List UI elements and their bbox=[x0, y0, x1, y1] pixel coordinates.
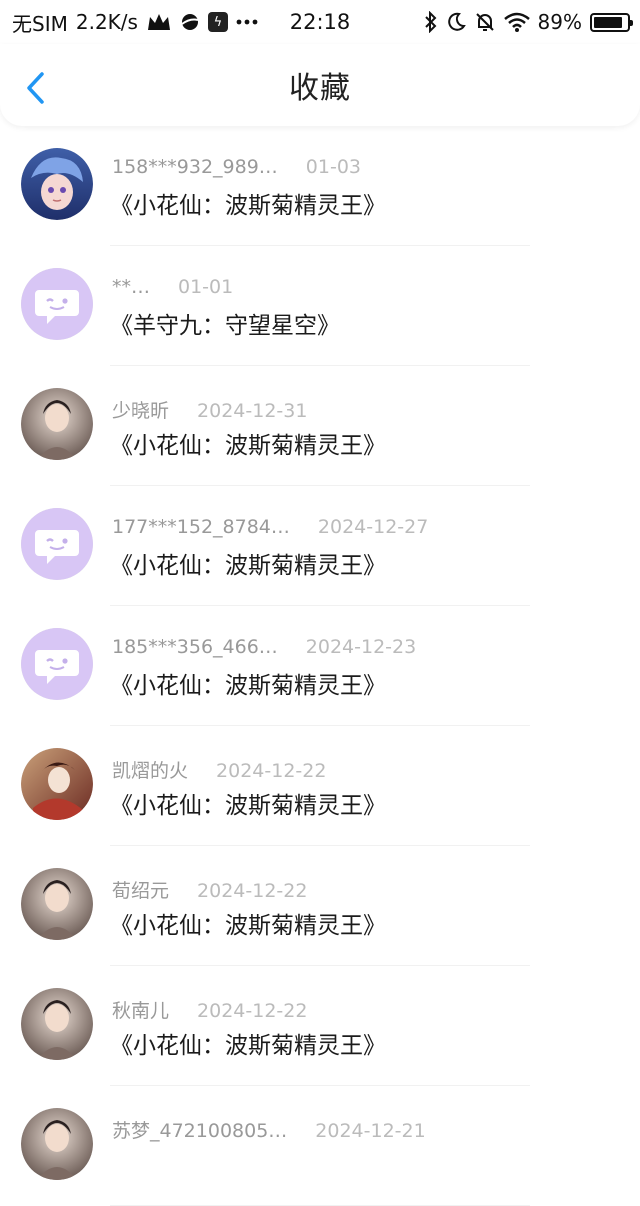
bluetooth-icon bbox=[424, 11, 438, 33]
clock: 22:18 bbox=[289, 10, 351, 34]
date: 2024-12-21 bbox=[315, 1120, 426, 1142]
favorites-list: 158***932_989… 01-03 《小花仙：波斯菊精灵王》 **… 01-01 《… bbox=[0, 126, 640, 1206]
avatar[interactable] bbox=[21, 628, 93, 700]
list-item[interactable]: 苏梦_472100805… 2024-12-21 bbox=[0, 1086, 640, 1206]
page-title: 收藏 bbox=[289, 71, 351, 106]
list-item[interactable]: 荀绍元 2024-12-22 《小花仙：波斯菊精灵王》 bbox=[0, 846, 640, 966]
mute-bell-icon bbox=[474, 11, 496, 33]
date: 2024-12-23 bbox=[305, 636, 417, 658]
list-item[interactable]: 少晓昕 2024-12-31 《小花仙：波斯菊精灵王》 bbox=[0, 366, 640, 486]
item-meta: **… 01-01 bbox=[112, 276, 233, 298]
network-speed: 2.2K/s bbox=[75, 10, 138, 34]
list-item[interactable]: 177***152_8784… 2024-12-27 《小花仙：波斯菊精灵王》 bbox=[0, 486, 640, 606]
username: 秋南儿 bbox=[112, 1000, 170, 1022]
username: **… bbox=[112, 276, 150, 298]
list-item[interactable]: **… 01-01 《羊守九：守望星空》 bbox=[0, 246, 640, 366]
date: 01-03 bbox=[305, 156, 362, 178]
status-right: 89% bbox=[424, 10, 633, 34]
item-meta: 185***356_466… 2024-12-23 bbox=[112, 636, 416, 658]
item-meta: 荀绍元 2024-12-22 bbox=[112, 876, 307, 903]
avatar[interactable] bbox=[21, 868, 93, 940]
avatar[interactable] bbox=[21, 508, 93, 580]
list-item[interactable]: 158***932_989… 01-03 《小花仙：波斯菊精灵王》 bbox=[0, 126, 640, 246]
date: 2024-12-22 bbox=[216, 760, 327, 782]
username: 少晓昕 bbox=[112, 400, 170, 422]
date: 2024-12-27 bbox=[317, 516, 429, 538]
avatar[interactable] bbox=[21, 388, 93, 460]
bolt-app-icon: ϟ bbox=[207, 12, 228, 32]
favorite-title: 《羊守九：守望星空》 bbox=[110, 313, 340, 339]
username: 荀绍元 bbox=[112, 880, 170, 902]
username: 苏梦_472100805… bbox=[112, 1120, 288, 1142]
navigation-bar: 收藏 bbox=[0, 44, 640, 126]
favorite-title: 《小花仙：波斯菊精灵王》 bbox=[110, 553, 386, 579]
item-meta: 秋南儿 2024-12-22 bbox=[112, 996, 307, 1023]
avatar[interactable] bbox=[21, 148, 93, 220]
status-left: 无SIM 2.2K/s ϟ bbox=[12, 8, 258, 37]
back-button[interactable] bbox=[20, 70, 52, 106]
crown-icon bbox=[146, 12, 172, 32]
favorite-title: 《小花仙：波斯菊精灵王》 bbox=[110, 1033, 386, 1059]
favorite-title: 《小花仙：波斯菊精灵王》 bbox=[110, 793, 386, 819]
date: 01-01 bbox=[178, 276, 234, 298]
item-meta: 少晓昕 2024-12-31 bbox=[112, 396, 307, 423]
item-meta: 苏梦_472100805… 2024-12-21 bbox=[112, 1116, 426, 1143]
item-meta: 158***932_989… 01-03 bbox=[112, 156, 361, 178]
status-bar: 无SIM 2.2K/s ϟ 22:18 89% bbox=[0, 0, 640, 44]
chevron-left-icon bbox=[27, 72, 44, 104]
date: 2024-12-31 bbox=[197, 400, 308, 422]
date: 2024-12-22 bbox=[197, 1000, 308, 1022]
avatar[interactable] bbox=[21, 988, 93, 1060]
moon-icon bbox=[446, 12, 466, 32]
planet-icon bbox=[180, 12, 200, 32]
battery-percent: 89% bbox=[537, 10, 582, 34]
more-dots-icon bbox=[236, 19, 258, 25]
avatar[interactable] bbox=[21, 1108, 93, 1180]
list-item[interactable]: 秋南儿 2024-12-22 《小花仙：波斯菊精灵王》 bbox=[0, 966, 640, 1086]
battery-fill bbox=[594, 16, 623, 28]
avatar[interactable] bbox=[21, 268, 93, 340]
favorite-title: 《小花仙：波斯菊精灵王》 bbox=[110, 433, 386, 459]
battery-icon bbox=[590, 12, 633, 32]
carrier-text: 无SIM bbox=[12, 11, 68, 36]
avatar[interactable] bbox=[21, 748, 93, 820]
list-item[interactable]: 185***356_466… 2024-12-23 《小花仙：波斯菊精灵王》 bbox=[0, 606, 640, 726]
username: 158***932_989… bbox=[112, 156, 278, 178]
username: 177***152_8784… bbox=[112, 516, 290, 538]
favorite-title: 《小花仙：波斯菊精灵王》 bbox=[110, 673, 386, 699]
favorite-title: 《小花仙：波斯菊精灵王》 bbox=[110, 913, 386, 939]
item-meta: 凯熠的火 2024-12-22 bbox=[112, 756, 326, 783]
wifi-icon bbox=[503, 12, 530, 32]
list-item[interactable]: 凯熠的火 2024-12-22 《小花仙：波斯菊精灵王》 bbox=[0, 726, 640, 846]
favorite-title: 《小花仙：波斯菊精灵王》 bbox=[110, 193, 386, 219]
date: 2024-12-22 bbox=[197, 880, 308, 902]
username: 凯熠的火 bbox=[112, 760, 189, 782]
item-meta: 177***152_8784… 2024-12-27 bbox=[112, 516, 428, 538]
username: 185***356_466… bbox=[112, 636, 278, 658]
